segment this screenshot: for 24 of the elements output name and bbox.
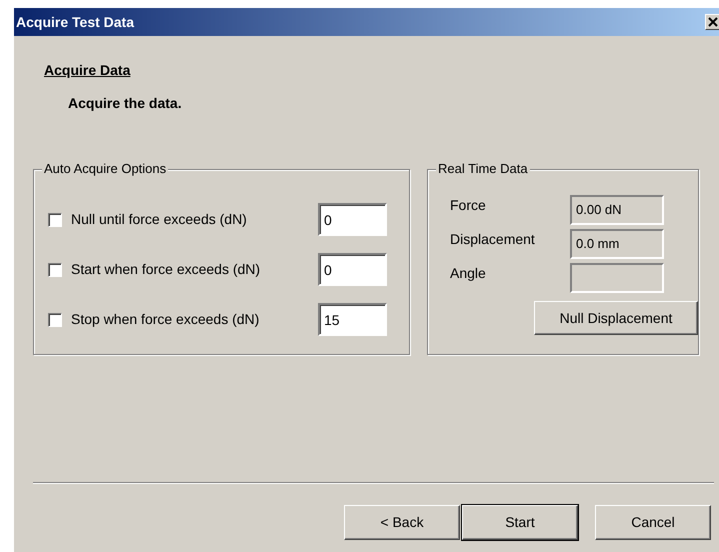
group-title: Auto Acquire Options	[42, 161, 168, 177]
option-label: Stop when force exceeds (dN)	[71, 310, 260, 329]
reading-label: Angle	[450, 264, 487, 283]
dialog-button[interactable]: < Back	[344, 505, 460, 540]
reading-label: Force	[450, 196, 487, 215]
reading-field: 0.0 mm	[570, 229, 664, 259]
page-heading: Acquire Data	[44, 61, 130, 80]
reading-field: 0.00 dN	[570, 195, 664, 225]
checkbox[interactable]	[48, 212, 62, 226]
page-description: Acquire the data.	[68, 94, 182, 113]
reading-label: Displacement	[450, 230, 536, 249]
input-field[interactable]: 0	[318, 203, 387, 236]
checkbox[interactable]	[48, 312, 62, 326]
dialog-button[interactable]: Cancel	[595, 505, 711, 540]
option-label: Null until force exceeds (dN)	[71, 210, 247, 229]
input-field[interactable]: 15	[318, 303, 387, 336]
close-icon	[708, 17, 718, 27]
option-label: Start when force exceeds (dN)	[71, 260, 260, 279]
checkbox[interactable]	[48, 262, 62, 276]
close-button[interactable]	[705, 14, 719, 30]
dialog-button[interactable]: Start	[462, 505, 578, 540]
window-title: Acquire Test Data	[16, 12, 134, 32]
input-field[interactable]: 0	[318, 253, 387, 286]
null-displacement-button[interactable]: Null Displacement	[534, 301, 698, 335]
